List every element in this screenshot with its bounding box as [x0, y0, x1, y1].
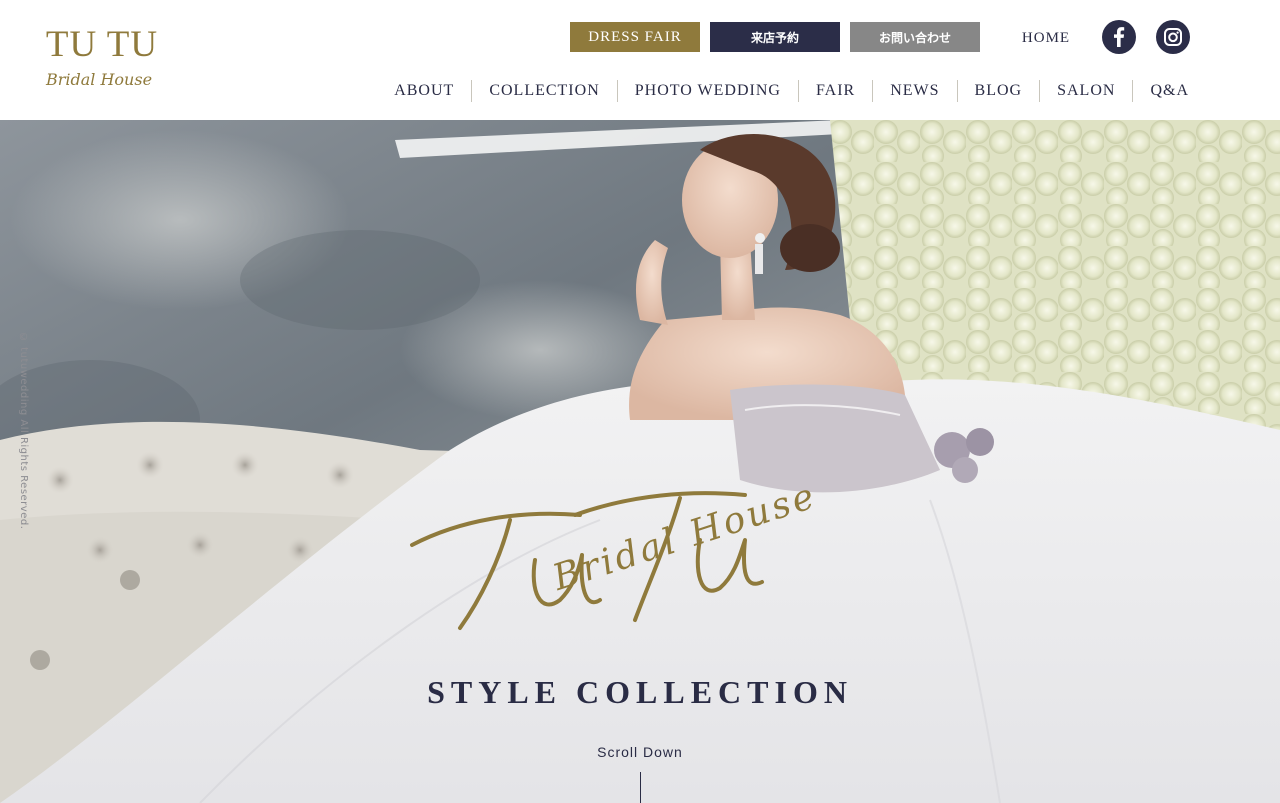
logo-sub-text: Bridal House	[45, 70, 153, 89]
nav-item-qa[interactable]: Q&A	[1132, 80, 1189, 102]
instagram-icon[interactable]	[1156, 20, 1190, 54]
brand-logo[interactable]: TU TU Bridal House	[40, 26, 164, 94]
scroll-line	[640, 772, 641, 803]
nav-item-photo-wedding[interactable]: PHOTO WEDDING	[616, 80, 798, 102]
reservation-button[interactable]: 来店予約	[710, 22, 840, 52]
nav-item-fair[interactable]: FAIR	[797, 80, 872, 102]
hero-section: © tutuwedding All Rights Reserved. Brida…	[0, 120, 1280, 803]
nav-item-blog[interactable]: BLOG	[956, 80, 1040, 102]
home-link[interactable]: HOME	[1016, 28, 1076, 48]
copyright-text: © tutuwedding All Rights Reserved.	[18, 332, 29, 530]
main-nav: ABOUT COLLECTION PHOTO WEDDING FAIR NEWS…	[377, 79, 1189, 103]
scroll-down-link[interactable]: Scroll Down	[580, 744, 700, 760]
facebook-icon[interactable]	[1102, 20, 1136, 54]
dress-fair-button[interactable]: DRESS FAIR	[570, 22, 700, 52]
nav-item-collection[interactable]: COLLECTION	[471, 80, 616, 102]
hero-heading: STYLE COLLECTION	[427, 674, 853, 710]
nav-item-news[interactable]: NEWS	[872, 80, 956, 102]
nav-item-about[interactable]: ABOUT	[377, 80, 471, 102]
copyright-vertical: © tutuwedding All Rights Reserved.	[18, 332, 34, 529]
logo-main-text: TU TU	[45, 24, 159, 65]
site-header: TU TU Bridal House DRESS FAIR 来店予約 お問い合わ…	[0, 0, 1280, 120]
nav-item-salon[interactable]: SALON	[1039, 80, 1132, 102]
contact-button[interactable]: お問い合わせ	[850, 22, 980, 52]
